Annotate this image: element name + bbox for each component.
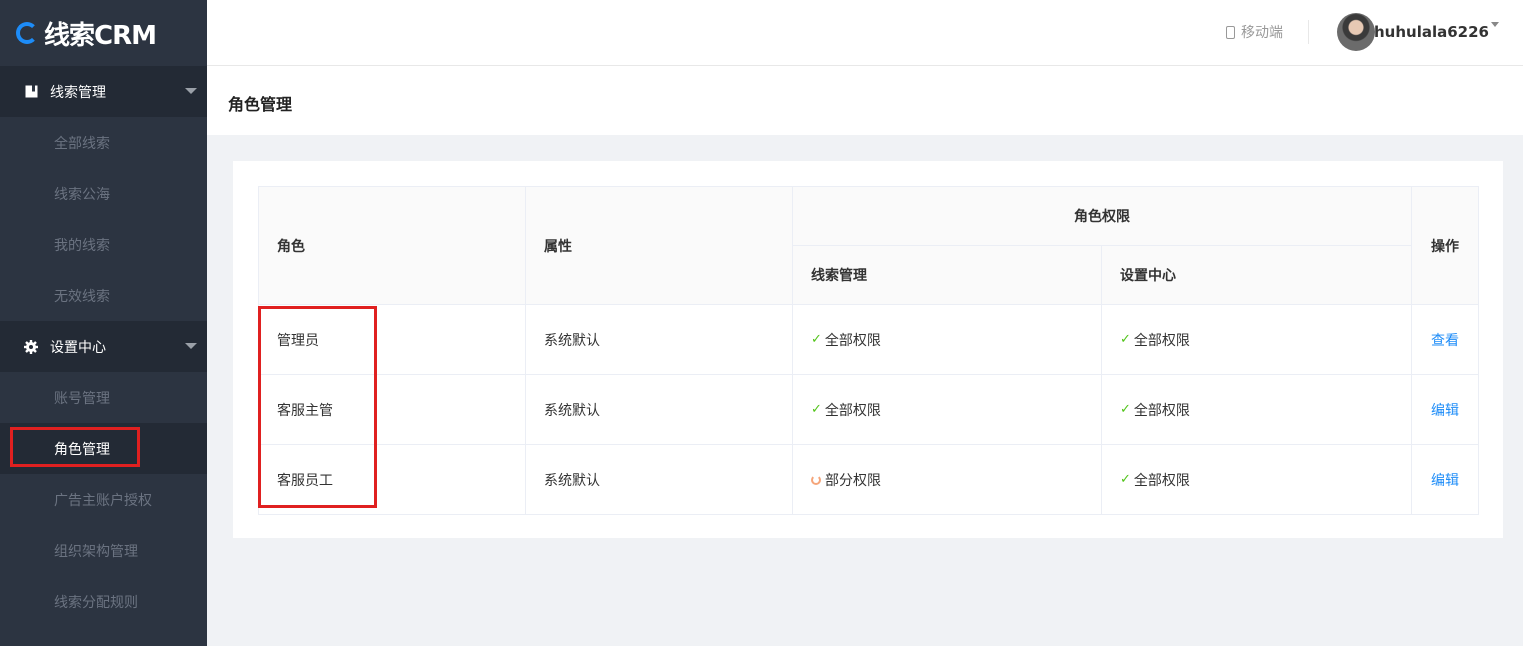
book-icon [24,85,38,99]
role-name: 客服主管 [258,374,526,445]
chevron-down-icon [185,88,197,94]
highlight-box [10,427,140,467]
role-attribute: 系统默认 [525,444,793,515]
username[interactable]: huhulala6226 [1374,23,1489,41]
settings-permission: ✓ 全部权限 [1101,444,1412,515]
header-action: 操作 [1411,186,1479,305]
check-icon: ✓ [1120,402,1131,417]
app-logo[interactable]: 线索CRM [0,0,207,66]
mobile-link[interactable]: 移动端 [1226,22,1283,42]
sidebar-item-all-clues[interactable]: 全部线索 [0,117,207,168]
page-title: 角色管理 [228,95,293,114]
header-permissions: 角色权限 [792,186,1412,246]
permission-label: 全部权限 [1133,402,1190,419]
sidebar-group-settings[interactable]: 设置中心 [0,321,207,372]
permission-label: 全部权限 [1133,332,1190,349]
sidebar-item-invalid-clues[interactable]: 无效线索 [0,270,207,321]
check-icon: ✓ [811,402,822,417]
permission-label: 部分权限 [825,472,881,489]
header-divider [1308,20,1309,44]
sidebar-group-clue-management[interactable]: 线索管理 [0,66,207,117]
view-button[interactable]: 查看 [1431,333,1459,349]
table-row: 客服主管 系统默认 ✓ 全部权限 ✓ 全部权限 编辑 [258,374,1479,445]
sidebar-item-ad-authorization[interactable]: 广告主账户授权 [0,474,207,525]
sidebar-group-label: 设置中心 [50,339,106,356]
permission-label: 全部权限 [1133,472,1190,489]
sidebar-item-clue-pool[interactable]: 线索公海 [0,168,207,219]
partial-icon [811,474,821,485]
clue-permission: ✓ 全部权限 [792,304,1102,375]
gear-icon [24,339,38,354]
sidebar-item-roles[interactable]: 角色管理 [0,423,207,474]
sidebar: 线索CRM 线索管理 全部线索 线索公海 我的线索 无效线索 设置中心 账号管理… [0,0,207,646]
action-cell: 编辑 [1411,374,1479,445]
action-cell: 查看 [1411,304,1479,375]
logo-text: 线索CRM [44,20,157,51]
sidebar-group-label: 线索管理 [50,84,106,101]
settings-permission: ✓ 全部权限 [1101,374,1412,445]
clue-permission: ✓ 全部权限 [792,374,1102,445]
table-row: 客服员工 系统默认 部分权限 ✓ 全部权限 编辑 [258,444,1479,515]
permission-label: 全部权限 [824,402,881,419]
settings-permission: ✓ 全部权限 [1101,304,1412,375]
header-clue-management: 线索管理 [792,245,1102,305]
mobile-label: 移动端 [1241,25,1283,41]
mobile-icon [1226,25,1235,39]
sidebar-item-accounts[interactable]: 账号管理 [0,372,207,423]
content-panel: 角色 属性 角色权限 操作 线索管理 设置中心 管理员 系统默认 ✓ 全部权限 ✓… [233,161,1503,538]
action-cell: 编辑 [1411,444,1479,515]
top-header: 移动端 huhulala6226 [207,0,1523,66]
role-attribute: 系统默认 [525,374,793,445]
sidebar-item-my-clues[interactable]: 我的线索 [0,219,207,270]
header-settings-center: 设置中心 [1101,245,1412,305]
check-icon: ✓ [811,332,822,347]
sidebar-item-org-structure[interactable]: 组织架构管理 [0,525,207,576]
role-name: 客服员工 [258,444,526,515]
permission-label: 全部权限 [824,332,881,349]
edit-button[interactable]: 编辑 [1431,403,1459,419]
table-row: 管理员 系统默认 ✓ 全部权限 ✓ 全部权限 查看 [258,304,1479,375]
avatar[interactable] [1337,13,1375,51]
clue-permission: 部分权限 [792,444,1102,515]
role-attribute: 系统默认 [525,304,793,375]
chevron-down-icon [185,343,197,349]
header-attribute: 属性 [525,186,793,305]
check-icon: ✓ [1120,472,1131,487]
check-icon: ✓ [1120,332,1131,347]
user-menu-caret-icon[interactable] [1491,22,1499,27]
role-name: 管理员 [258,304,526,375]
sidebar-item-assignment-rules[interactable]: 线索分配规则 [0,576,207,627]
page-title-bar: 角色管理 [207,66,1523,135]
header-role: 角色 [258,186,526,305]
roles-table: 角色 属性 角色权限 操作 线索管理 设置中心 管理员 系统默认 ✓ 全部权限 ✓… [258,186,1479,515]
edit-button[interactable]: 编辑 [1431,473,1459,489]
logo-icon [16,22,38,44]
